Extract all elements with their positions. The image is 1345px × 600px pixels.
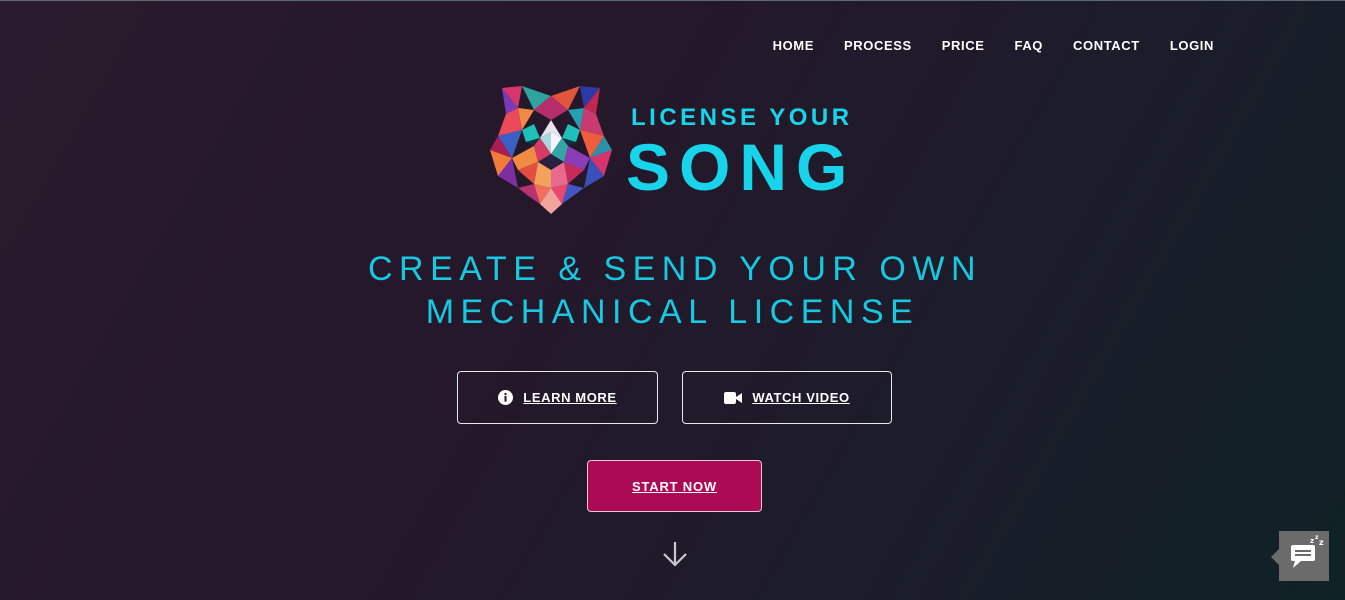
watch-video-button[interactable]: WATCH VIDEO — [682, 371, 892, 424]
hero-headline-line2: MECHANICAL LICENSE — [425, 293, 920, 331]
watch-video-label: WATCH VIDEO — [752, 390, 850, 405]
learn-more-label: LEARN MORE — [523, 390, 617, 405]
main-nav: HOME PROCESS PRICE FAQ CONTACT LOGIN — [773, 38, 1214, 53]
site-logo[interactable]: LICENSE YOUR SONG — [488, 84, 868, 216]
logo-text-line2: SONG — [626, 130, 857, 204]
start-now-label: START NOW — [632, 478, 717, 494]
chat-widget-tab — [1271, 549, 1279, 565]
chat-widget-button[interactable]: z z z — [1279, 531, 1329, 581]
start-now-button[interactable]: START NOW — [587, 460, 762, 512]
nav-contact-link[interactable]: CONTACT — [1073, 38, 1140, 53]
hero-headline-line1: CREATE & SEND YOUR OWN — [367, 250, 983, 288]
nav-faq-link[interactable]: FAQ — [1015, 38, 1044, 53]
nav-home-link[interactable]: HOME — [773, 38, 814, 53]
top-border — [0, 0, 1345, 1]
nav-login-link[interactable]: LOGIN — [1170, 38, 1214, 53]
arrow-down-icon[interactable] — [662, 540, 688, 568]
svg-text:z: z — [1319, 538, 1324, 547]
nav-process-link[interactable]: PROCESS — [844, 38, 912, 53]
chat-sleep-icon: z z z — [1291, 534, 1324, 568]
svg-text:z: z — [1310, 537, 1314, 545]
hero-headline: CREATE & SEND YOUR OWN MECHANICAL LICENS… — [0, 248, 1345, 334]
info-icon — [498, 390, 514, 405]
video-camera-icon — [724, 391, 743, 404]
nav-price-link[interactable]: PRICE — [942, 38, 985, 53]
learn-more-button[interactable]: LEARN MORE — [457, 371, 658, 424]
geometric-tiger-icon — [490, 86, 612, 214]
